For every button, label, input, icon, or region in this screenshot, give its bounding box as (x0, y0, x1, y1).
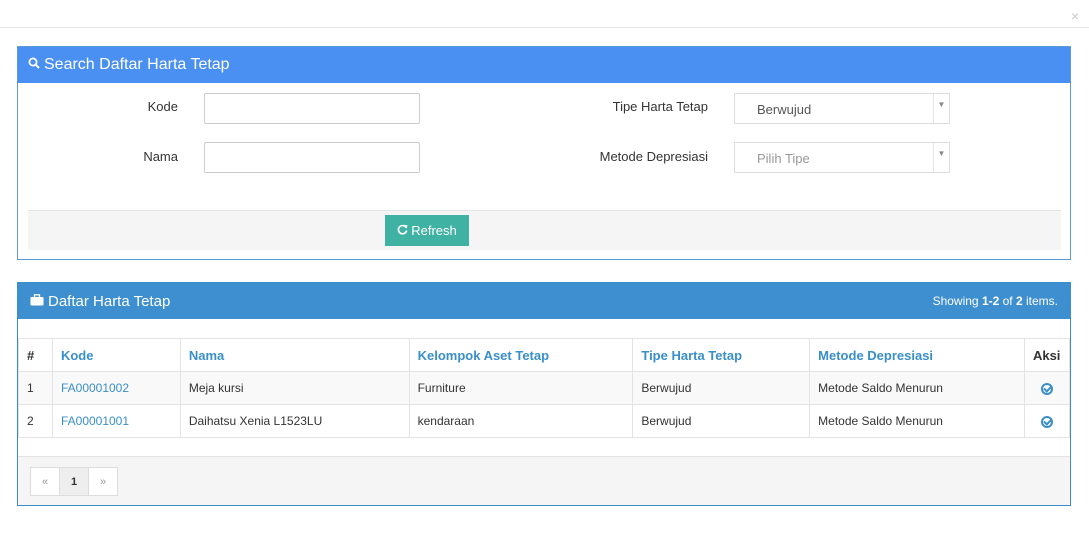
nama-input[interactable] (204, 142, 420, 173)
metode-cell: Metode Saldo Menurun (809, 371, 1025, 405)
pagination: « 1 » (30, 467, 118, 496)
kelompok-cell: Furniture (408, 371, 634, 405)
kode-link[interactable]: FA00001002 (51, 371, 181, 405)
search-panel-title: Search Daftar Harta Tetap (44, 56, 230, 73)
column-header-nama[interactable]: Nama (179, 338, 410, 372)
search-icon (28, 56, 40, 74)
kode-link[interactable]: FA00001001 (51, 404, 181, 438)
refresh-label: Refresh (411, 223, 457, 238)
nama-cell: Daihatsu Xenia L1523LU (179, 404, 410, 438)
metode-depresiasi-select[interactable]: Pilih Tipe ▼ (734, 142, 950, 173)
tipe-cell: Berwujud (632, 404, 811, 438)
refresh-icon (397, 223, 408, 238)
modal-header: × (0, 0, 1089, 28)
briefcase-icon (30, 293, 44, 310)
metode-depresiasi-placeholder: Pilih Tipe (757, 151, 810, 166)
pagination-page-1[interactable]: 1 (59, 467, 89, 496)
pagination-bar: « 1 » (18, 456, 1070, 505)
assets-table: # Kode Nama Kelompok Aset Tetap Tipe Har… (18, 338, 1071, 438)
select-check-icon[interactable] (1040, 382, 1053, 395)
column-header-kelompok[interactable]: Kelompok Aset Tetap (408, 338, 634, 372)
metode-cell: Metode Saldo Menurun (809, 404, 1025, 438)
kelompok-cell: kendaraan (408, 404, 634, 438)
tipe-harta-tetap-value: Berwujud (757, 102, 812, 117)
search-panel: Search Daftar Harta Tetap Kode Nama Tipe… (17, 46, 1071, 260)
nama-label: Nama (143, 149, 178, 164)
row-number: 2 (18, 404, 53, 438)
column-header-kode[interactable]: Kode (51, 338, 181, 372)
row-number: 1 (18, 371, 53, 405)
chevron-down-icon: ▼ (933, 143, 949, 172)
tipe-harta-tetap-select[interactable]: Berwujud ▼ (734, 93, 950, 124)
summary-range: 1-2 (981, 294, 1000, 308)
summary-of: of (999, 294, 1016, 308)
select-check-icon[interactable] (1040, 415, 1053, 428)
table-row: 2 FA00001001 Daihatsu Xenia L1523LU kend… (18, 404, 1071, 438)
nama-cell: Meja kursi (179, 371, 410, 405)
list-panel-header: Daftar Harta Tetap Showing 1-2 of 2 item… (18, 283, 1070, 319)
chevron-down-icon: ▼ (933, 94, 949, 123)
search-panel-header: Search Daftar Harta Tetap (18, 47, 1070, 83)
kode-label: Kode (147, 99, 178, 114)
column-header-tipe[interactable]: Tipe Harta Tetap (632, 338, 811, 372)
metode-depresiasi-label: Metode Depresiasi (599, 149, 708, 164)
summary-prefix: Showing (932, 294, 982, 308)
list-panel-title: Daftar Harta Tetap (48, 292, 171, 310)
summary-text: Showing 1-2 of 2 items. (933, 294, 1058, 308)
pagination-prev[interactable]: « (30, 467, 60, 496)
aksi-cell (1023, 371, 1071, 405)
tipe-harta-tetap-label: Tipe Harta Tetap (612, 99, 708, 114)
column-header-aksi: Aksi (1023, 338, 1071, 372)
kode-input[interactable] (204, 93, 420, 124)
aksi-cell (1023, 404, 1071, 438)
summary-suffix: items. (1022, 294, 1058, 308)
tipe-cell: Berwujud (632, 371, 811, 405)
close-icon[interactable]: × (1071, 9, 1079, 23)
table-header-row: # Kode Nama Kelompok Aset Tetap Tipe Har… (18, 338, 1071, 372)
column-header-no: # (18, 338, 53, 372)
summary-total: 2 (1015, 294, 1023, 308)
refresh-button[interactable]: Refresh (385, 215, 469, 246)
search-footer: Refresh (28, 210, 1061, 250)
column-header-metode[interactable]: Metode Depresiasi (809, 338, 1025, 372)
table-row: 1 FA00001002 Meja kursi Furniture Berwuj… (18, 371, 1071, 405)
list-panel: Daftar Harta Tetap Showing 1-2 of 2 item… (17, 282, 1071, 506)
pagination-next[interactable]: » (88, 467, 118, 496)
